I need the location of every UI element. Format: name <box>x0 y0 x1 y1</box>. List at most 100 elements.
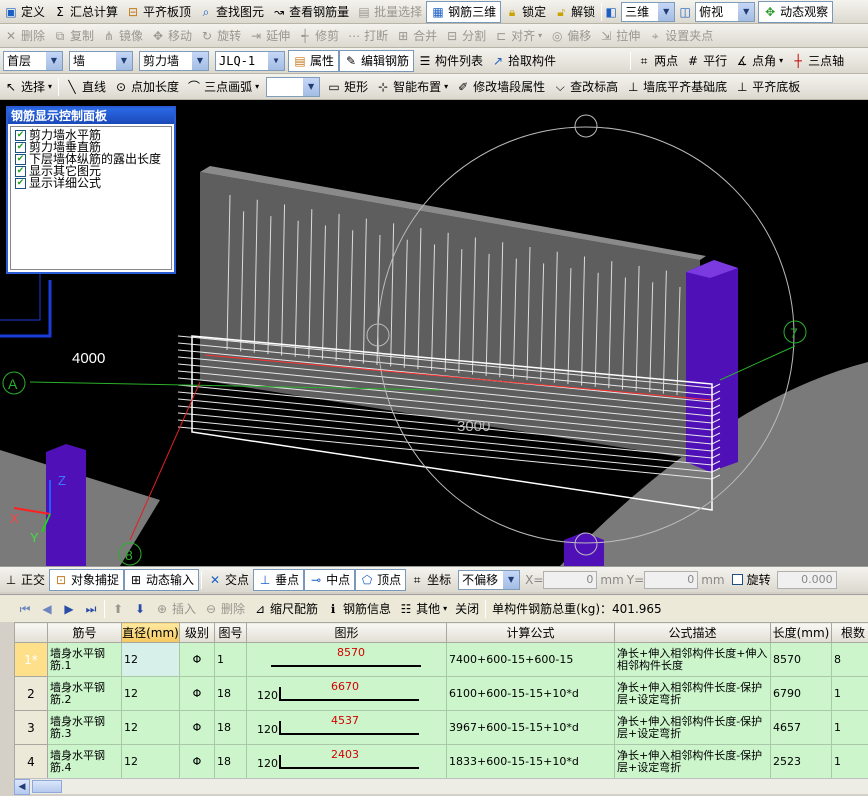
count-cell[interactable]: 1 <box>831 710 868 745</box>
delete-button[interactable]: ✕ 删除 <box>0 25 49 47</box>
bar-name-cell[interactable]: 墙身水平钢筋.2 <box>47 676 122 711</box>
break-button[interactable]: ⋯ 打断 <box>343 25 392 47</box>
wall-base-button[interactable]: ⊥ 墙底平齐基础底 <box>622 76 731 98</box>
floor-select[interactable]: 首层 ▼ <box>3 50 63 71</box>
rotate-button[interactable]: ↻ 旋转 <box>196 25 245 47</box>
scroll-thumb[interactable] <box>32 780 62 793</box>
pick-button[interactable]: ↗ 拾取构件 <box>487 50 560 72</box>
move-down-button[interactable]: ⬇ <box>129 598 151 620</box>
header-length[interactable]: 长度(mm) <box>770 622 832 643</box>
diameter-cell[interactable]: 12 <box>121 642 180 677</box>
arc-option-select[interactable]: ▼ <box>266 76 321 97</box>
fig-no-cell[interactable]: 18 <box>214 710 247 745</box>
dyn-input-button[interactable]: ⊞ 动态输入 <box>124 568 200 591</box>
checkbox-checked-icon[interactable]: ✔ <box>15 177 26 189</box>
checkbox-checked-icon[interactable]: ✔ <box>15 165 26 177</box>
three-points-button[interactable]: ┼ 三点轴 <box>787 50 848 72</box>
type-select[interactable]: 剪力墙 ▼ <box>139 50 209 71</box>
fig-no-cell[interactable]: 18 <box>214 676 247 711</box>
grade-cell[interactable]: Φ <box>179 710 215 745</box>
two-points-button[interactable]: ⌗ 两点 <box>633 50 682 72</box>
view-dir-select[interactable]: 俯视 ▼ <box>695 1 756 22</box>
header-diameter[interactable]: 直径(mm) <box>121 622 180 643</box>
diameter-cell[interactable]: 12 <box>121 710 180 745</box>
header-formula[interactable]: 计算公式 <box>446 622 615 643</box>
rotate-input[interactable]: 0.000 <box>776 570 837 589</box>
intersect-snap-button[interactable]: ✕ 交点 <box>204 569 253 591</box>
bar-name-cell[interactable]: 墙身水平钢筋.3 <box>47 710 122 745</box>
shape-cell[interactable]: 120 2403 <box>246 744 447 778</box>
first-record-button[interactable]: ⏮︎ <box>14 598 36 620</box>
smart-layout-button[interactable]: ⊹ 智能布置 ▾ <box>372 76 452 98</box>
lock-button[interactable]: 🔒︎ 锁定 <box>501 1 550 23</box>
rebar-info-button[interactable]: ℹ 钢筋信息 <box>322 598 395 620</box>
shape-cell[interactable]: 120 4537 <box>246 710 447 745</box>
member-list-button[interactable]: ☰ 构件列表 <box>414 50 487 72</box>
perp-snap-button[interactable]: ⊥ 垂点 <box>253 568 305 591</box>
align-button[interactable]: ⊏ 对齐 ▾ <box>490 25 546 47</box>
table-row[interactable]: 1* 墙身水平钢筋.1 12 Φ 1 8570 7400+600-15+600-… <box>14 642 868 677</box>
shape-cell[interactable]: 120 6670 <box>246 676 447 711</box>
vertex-snap-button[interactable]: ⬠ 顶点 <box>355 568 407 591</box>
point-angle-button[interactable]: ∡ 点角 ▾ <box>731 50 787 72</box>
row-index[interactable]: 4 <box>14 744 48 778</box>
formula-cell[interactable]: 6100+600-15-15+10*d <box>446 676 615 711</box>
count-cell[interactable]: 1 <box>831 676 868 711</box>
checkbox-checked-icon[interactable]: ✔ <box>15 141 26 153</box>
row-index[interactable]: 3 <box>14 710 48 745</box>
align-top-button[interactable]: ⊟ 平齐板顶 <box>122 1 195 23</box>
count-cell[interactable]: 8 <box>831 642 868 677</box>
mirror-button[interactable]: ⋔ 镜像 <box>98 25 147 47</box>
fig-no-cell[interactable]: 1 <box>214 642 247 677</box>
diameter-cell[interactable]: 12 <box>121 744 180 778</box>
bar-name-cell[interactable]: 墙身水平钢筋.4 <box>47 744 122 778</box>
offset-mode-select[interactable]: 不偏移 ▼ <box>458 569 521 590</box>
table-row[interactable]: 2 墙身水平钢筋.2 12 Φ 18 120 6670 6100+600-15-… <box>14 676 868 711</box>
define-button[interactable]: ▣ 定义 <box>0 1 49 23</box>
y-input[interactable]: 0 <box>644 570 699 589</box>
table-row[interactable]: 4 墙身水平钢筋.4 12 Φ 18 120 2403 1833+600-15-… <box>14 744 868 778</box>
insert-row-button[interactable]: ⊕ 插入 <box>151 598 200 620</box>
check-elevation-button[interactable]: ⌵ 查改标高 <box>549 76 622 98</box>
name-select[interactable]: JLQ-1 ▼ <box>215 50 285 71</box>
select-button[interactable]: ↖ 选择 ▾ <box>0 76 56 98</box>
trim-button[interactable]: ┽ 修剪 <box>294 25 343 47</box>
horizontal-scrollbar[interactable]: ◀ <box>14 778 868 795</box>
props-button[interactable]: ▤ 属性 <box>288 49 340 72</box>
view-mode-select[interactable]: 三维 ▼ <box>621 1 676 22</box>
prev-record-button[interactable]: ◀ <box>36 598 58 620</box>
grade-cell[interactable]: Φ <box>179 676 215 711</box>
set-grip-button[interactable]: ⌖ 设置夹点 <box>644 25 717 47</box>
rebar-3d-button[interactable]: ▦ 钢筋三维 <box>426 0 502 23</box>
move-button[interactable]: ✥ 移动 <box>147 25 196 47</box>
checkbox-checked-icon[interactable]: ✔ <box>15 129 26 141</box>
rect-button[interactable]: ▭ 矩形 <box>323 76 372 98</box>
formula-cell[interactable]: 3967+600-15-15+10*d <box>446 710 615 745</box>
table-row[interactable]: 3 墙身水平钢筋.3 12 Φ 18 120 4537 3967+600-15-… <box>14 710 868 745</box>
mid-snap-button[interactable]: ⊸ 中点 <box>304 568 356 591</box>
copy-button[interactable]: ⧉ 复制 <box>49 25 98 47</box>
header-count[interactable]: 根数 <box>831 622 868 643</box>
last-record-button[interactable]: ⏭︎ <box>80 598 102 620</box>
coord-snap-button[interactable]: ⌗ 坐标 <box>406 569 455 591</box>
align-floor-button[interactable]: ⊥ 平齐底板 <box>731 76 804 98</box>
merge-button[interactable]: ⊞ 合并 <box>392 25 441 47</box>
arc3-button[interactable]: ⌒ 三点画弧 ▾ <box>183 76 263 98</box>
length-cell[interactable]: 6790 <box>770 676 832 711</box>
unlock-button[interactable]: 🔓︎ 解锁 <box>550 1 599 23</box>
offset-button[interactable]: ◎ 偏移 <box>546 25 595 47</box>
checkbox-checked-icon[interactable]: ✔ <box>15 153 26 165</box>
delete-row-button[interactable]: ⊖ 删除 <box>200 598 249 620</box>
modify-segment-button[interactable]: ✐ 修改墙段属性 <box>452 76 549 98</box>
edit-rebar-button[interactable]: ✎ 编辑钢筋 <box>339 49 415 72</box>
next-record-button[interactable]: ▶ <box>58 598 80 620</box>
header-grade[interactable]: 级别 <box>179 622 215 643</box>
move-up-button[interactable]: ⬆ <box>107 598 129 620</box>
line-button[interactable]: ╲ 直线 <box>61 76 110 98</box>
count-cell[interactable]: 1 <box>831 744 868 778</box>
fig-no-cell[interactable]: 18 <box>214 744 247 778</box>
shape-cell[interactable]: 8570 <box>246 642 447 677</box>
grade-cell[interactable]: Φ <box>179 642 215 677</box>
grade-cell[interactable]: Φ <box>179 744 215 778</box>
view-rebar-button[interactable]: ↝ 查看钢筋量 <box>268 1 353 23</box>
